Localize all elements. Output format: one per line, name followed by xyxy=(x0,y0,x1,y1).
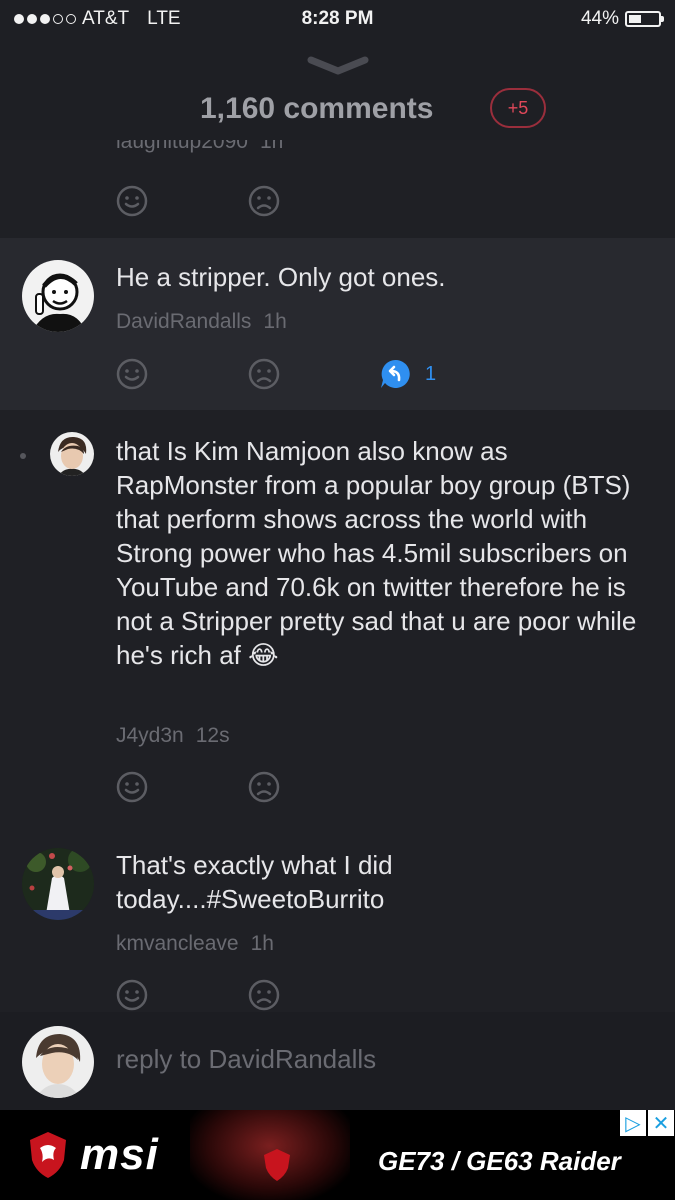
reply-composer: reply to DavidRandalls xyxy=(0,1012,675,1110)
ad-models: GE73 / GE63 Raider xyxy=(378,1146,621,1176)
smile-icon[interactable] xyxy=(115,978,149,1012)
reply-input[interactable]: reply to DavidRandalls xyxy=(116,1044,376,1075)
comment-item: He a stripper. Only got ones. DavidRanda… xyxy=(0,238,675,410)
comment-item: That's exactly what I did today....#Swee… xyxy=(0,830,675,1012)
frown-icon[interactable] xyxy=(247,357,281,391)
comment-actions xyxy=(115,770,281,804)
new-comments-badge[interactable]: +5 xyxy=(490,88,546,128)
comment-time: 1h xyxy=(250,932,274,955)
comment-text: He a stripper. Only got ones. xyxy=(116,262,446,292)
status-right: 44% xyxy=(580,8,664,30)
frown-icon[interactable] xyxy=(247,184,281,218)
smile-icon[interactable] xyxy=(115,770,149,804)
reply-count: 1 xyxy=(425,362,437,385)
frown-icon[interactable] xyxy=(247,978,281,1012)
comment-text: That's exactly what I did today....#Swee… xyxy=(116,850,393,914)
comment-actions xyxy=(115,184,281,218)
comment-author[interactable]: J4yd3n xyxy=(116,724,184,747)
replies-button[interactable]: 1 xyxy=(379,357,436,391)
avatar[interactable] xyxy=(22,848,94,920)
comment-meta: kmvancleave 1h xyxy=(116,932,274,956)
avatar[interactable] xyxy=(22,260,94,332)
comment-meta: DavidRandalls 1h xyxy=(116,310,287,334)
comment-item: that Is Kim Namjoon also know as RapMons… xyxy=(0,410,675,830)
battery-icon xyxy=(625,11,664,27)
ad-brand: msi xyxy=(80,1130,159,1179)
comments-count: 1,160 comments xyxy=(200,92,434,125)
reply-bubble-icon xyxy=(381,359,410,388)
chevron-down-icon[interactable] xyxy=(307,55,369,77)
comment-item: laughitup2090 1h xyxy=(0,140,675,238)
close-icon[interactable]: ✕ xyxy=(648,1110,674,1136)
comments-header: 1,160 comments +5 xyxy=(0,40,675,140)
comment-text: that Is Kim Namjoon also know as RapMons… xyxy=(116,436,637,670)
user-avatar xyxy=(22,1026,94,1098)
comment-author[interactable]: kmvancleave xyxy=(116,932,239,955)
comment-actions: 1 xyxy=(115,357,436,391)
smile-icon[interactable] xyxy=(115,184,149,218)
msi-logo-small-icon xyxy=(264,1149,290,1181)
comment-time: 1h xyxy=(263,310,287,333)
smile-icon[interactable] xyxy=(115,357,149,391)
comment-author[interactable]: DavidRandalls xyxy=(116,310,251,333)
comment-time: 12s xyxy=(195,724,230,747)
frown-icon[interactable] xyxy=(247,770,281,804)
battery-percent: 44% xyxy=(580,8,619,29)
avatar[interactable] xyxy=(50,432,94,476)
msi-dragon-icon xyxy=(30,1132,66,1178)
comment-meta: laughitup2090 1h xyxy=(116,140,283,156)
comment-time: 1h xyxy=(259,140,284,153)
comment-meta: J4yd3n 12s xyxy=(116,724,230,748)
comment-author[interactable]: laughitup2090 xyxy=(116,140,248,153)
status-bar: AT&T LTE 8:28 PM 44% xyxy=(0,0,675,40)
ad-banner[interactable]: msi GE73 / GE63 Raider ▷ ✕ xyxy=(0,1110,675,1200)
adchoices-icon[interactable]: ▷ xyxy=(620,1110,646,1136)
thread-bullet xyxy=(20,453,26,459)
clock: 8:28 PM xyxy=(301,8,374,29)
comment-actions xyxy=(115,978,281,1012)
